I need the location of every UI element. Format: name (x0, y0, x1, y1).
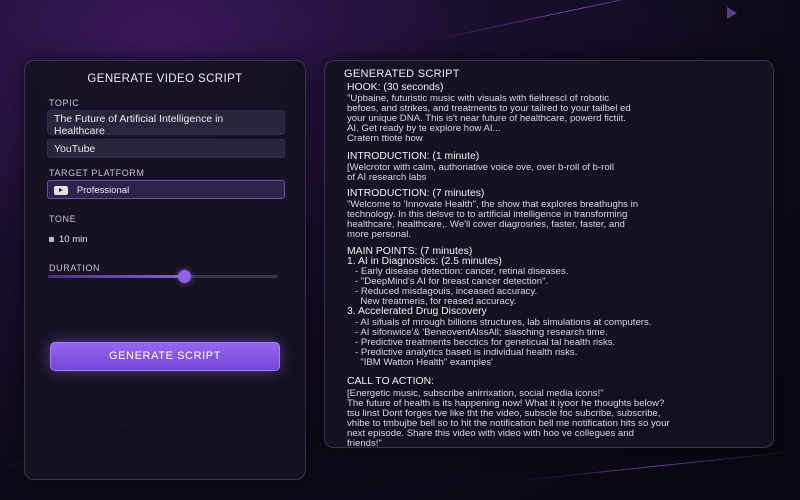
tone-value[interactable]: 10 min (49, 234, 88, 245)
bg-light-streak (429, 0, 724, 41)
script-section-heading: INTRODUCTION: (7 minutes) (347, 188, 485, 199)
generated-script-panel: GENERATED SCRIPT HOOK: (30 seconds) "Upba… (324, 60, 774, 449)
duration-slider-handle[interactable] (177, 270, 191, 283)
youtube-icon (54, 185, 68, 195)
platform-label: TARGET PLATFORM (49, 168, 145, 178)
topic-label: TOPIC (49, 98, 80, 108)
bg-light-streak (519, 450, 799, 481)
platform-select[interactable]: Professional (47, 180, 285, 199)
script-section-heading: HOOK: (30 seconds) (347, 82, 444, 93)
script-section-heading: 3. Accelerated Drug Discovery (347, 306, 487, 317)
script-line: next episode. Share this video with vide… (347, 428, 634, 439)
script-section-heading: INTRODUCTION: (1 minute) (347, 151, 480, 162)
duration-slider[interactable] (48, 270, 278, 283)
topic-input-line1: The Future of Artificial Intelligence in (54, 113, 224, 125)
topic-secondary-text: YouTube (54, 143, 96, 155)
topic-input-line2: Healthcare (54, 125, 105, 137)
script-section-heading: CALL TO ACTION: (347, 376, 435, 387)
panel-title: GENERATE VIDEO SCRIPT (87, 73, 243, 85)
generate-script-panel: GENERATE VIDEO SCRIPT TOPIC The Future o… (24, 60, 306, 480)
topic-input[interactable]: The Future of Artificial Intelligence in… (47, 110, 285, 137)
tone-label: TONE (49, 214, 77, 224)
duration-label: DURATION (49, 263, 101, 273)
script-line: "IBM Watton Health" examples' (347, 357, 493, 368)
script-line: friends!" (347, 438, 382, 449)
topic-secondary-input[interactable]: YouTube (47, 139, 285, 158)
script-line: Cratern ttiote how (347, 133, 423, 144)
speaker-icon (49, 236, 54, 242)
panel-title: GENERATED SCRIPT (344, 68, 460, 80)
generate-script-button[interactable]: GENERATE SCRIPT (50, 342, 280, 371)
script-line: of AI research labs (347, 172, 427, 183)
script-line: more personal. (347, 229, 411, 240)
tone-value-text: 10 min (59, 234, 88, 245)
platform-select-value: Professional (76, 185, 130, 196)
duration-slider-fill (48, 275, 184, 278)
play-triangle-icon (727, 7, 737, 19)
